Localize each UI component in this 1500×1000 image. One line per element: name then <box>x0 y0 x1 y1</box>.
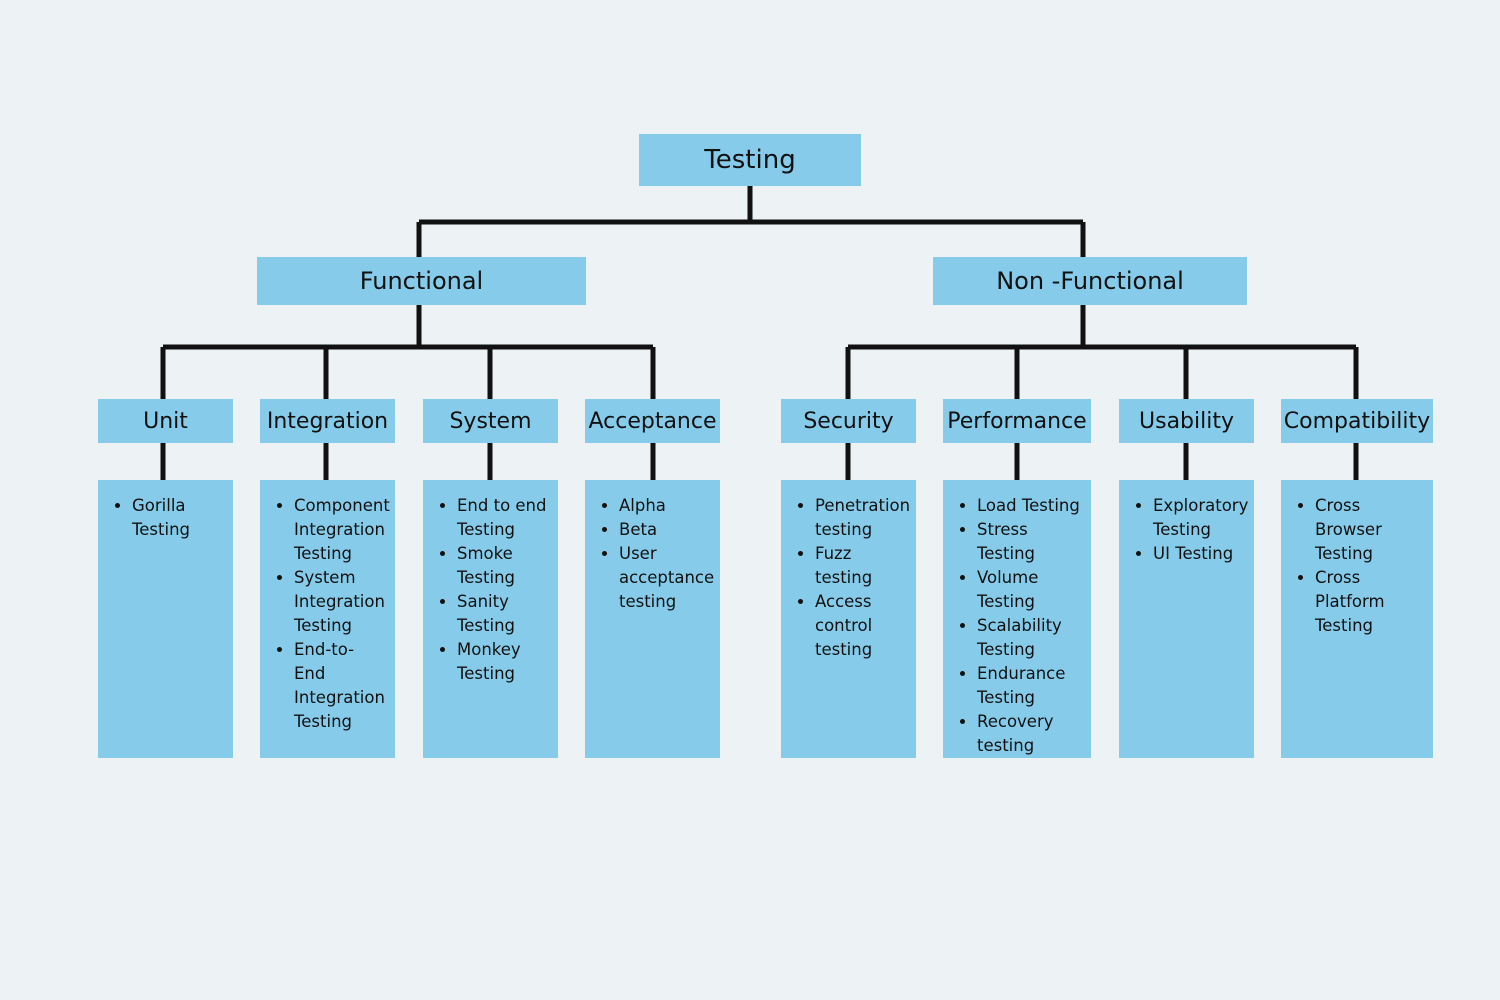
node-unit-label: Unit <box>143 408 188 434</box>
panel-system: End to end TestingSmoke TestingSanity Te… <box>423 480 558 758</box>
node-integration-label: Integration <box>266 408 389 434</box>
node-compatibility[interactable]: Compatibility <box>1281 399 1433 443</box>
list-item: Scalability Testing <box>977 614 1081 662</box>
panel-acceptance-list: AlphaBetaUser acceptance testing <box>589 494 716 614</box>
list-item: Cross Browser Testing <box>1315 494 1423 566</box>
list-item: Penetration testing <box>815 494 910 542</box>
list-item: Recovery testing <box>977 710 1081 758</box>
node-security-label: Security <box>803 408 894 434</box>
list-item: Load Testing <box>977 494 1081 518</box>
panel-unit: Gorilla Testing <box>98 480 233 758</box>
node-usability-label: Usability <box>1139 408 1234 434</box>
list-item: Component Integration Testing <box>294 494 390 566</box>
list-item: Monkey Testing <box>457 638 548 686</box>
panel-compatibility-list: Cross Browser TestingCross Platform Test… <box>1285 494 1429 638</box>
panel-integration-list: Component Integration TestingSystem Inte… <box>264 494 391 734</box>
list-item: Beta <box>619 518 710 542</box>
panel-performance: Load TestingStress TestingVolume Testing… <box>943 480 1091 758</box>
diagram-canvas: Testing Functional Non -Functional Unit … <box>0 0 1500 1000</box>
node-non-functional[interactable]: Non -Functional <box>933 257 1247 305</box>
panel-performance-list: Load TestingStress TestingVolume Testing… <box>947 494 1087 758</box>
panel-usability-list: Exploratory TestingUI Testing <box>1123 494 1250 566</box>
panel-compatibility: Cross Browser TestingCross Platform Test… <box>1281 480 1433 758</box>
node-security[interactable]: Security <box>781 399 916 443</box>
node-compatibility-label: Compatibility <box>1283 408 1431 434</box>
list-item: User acceptance testing <box>619 542 714 614</box>
node-non-functional-label: Non -Functional <box>996 267 1184 295</box>
list-item: Endurance Testing <box>977 662 1081 710</box>
node-functional-label: Functional <box>359 267 484 295</box>
list-item: System Integration Testing <box>294 566 385 638</box>
list-item: Alpha <box>619 494 710 518</box>
panel-unit-list: Gorilla Testing <box>102 494 229 542</box>
list-item: Sanity Testing <box>457 590 548 638</box>
node-performance[interactable]: Performance <box>943 399 1091 443</box>
node-system[interactable]: System <box>423 399 558 443</box>
panel-acceptance: AlphaBetaUser acceptance testing <box>585 480 720 758</box>
node-acceptance-label: Acceptance <box>588 408 717 434</box>
list-item: End-to-End Integration Testing <box>294 638 385 734</box>
panel-usability: Exploratory TestingUI Testing <box>1119 480 1254 758</box>
node-integration[interactable]: Integration <box>260 399 395 443</box>
list-item: End to end Testing <box>457 494 548 542</box>
panel-security-list: Penetration testingFuzz testingAccess co… <box>785 494 912 662</box>
node-unit[interactable]: Unit <box>98 399 233 443</box>
panel-system-list: End to end TestingSmoke TestingSanity Te… <box>427 494 554 686</box>
node-performance-label: Performance <box>947 408 1087 434</box>
list-item: Gorilla Testing <box>132 494 223 542</box>
panel-security: Penetration testingFuzz testingAccess co… <box>781 480 916 758</box>
list-item: Fuzz testing <box>815 542 906 590</box>
list-item: Volume Testing <box>977 566 1081 614</box>
node-acceptance[interactable]: Acceptance <box>585 399 720 443</box>
list-item: Stress Testing <box>977 518 1081 566</box>
list-item: Smoke Testing <box>457 542 548 590</box>
node-usability[interactable]: Usability <box>1119 399 1254 443</box>
list-item: Cross Platform Testing <box>1315 566 1423 638</box>
list-item: Access control testing <box>815 590 906 662</box>
list-item: UI Testing <box>1153 542 1244 566</box>
node-system-label: System <box>449 408 532 434</box>
node-testing[interactable]: Testing <box>639 134 861 186</box>
list-item: Exploratory Testing <box>1153 494 1248 542</box>
panel-integration: Component Integration TestingSystem Inte… <box>260 480 395 758</box>
node-functional[interactable]: Functional <box>257 257 586 305</box>
node-testing-label: Testing <box>704 145 796 175</box>
